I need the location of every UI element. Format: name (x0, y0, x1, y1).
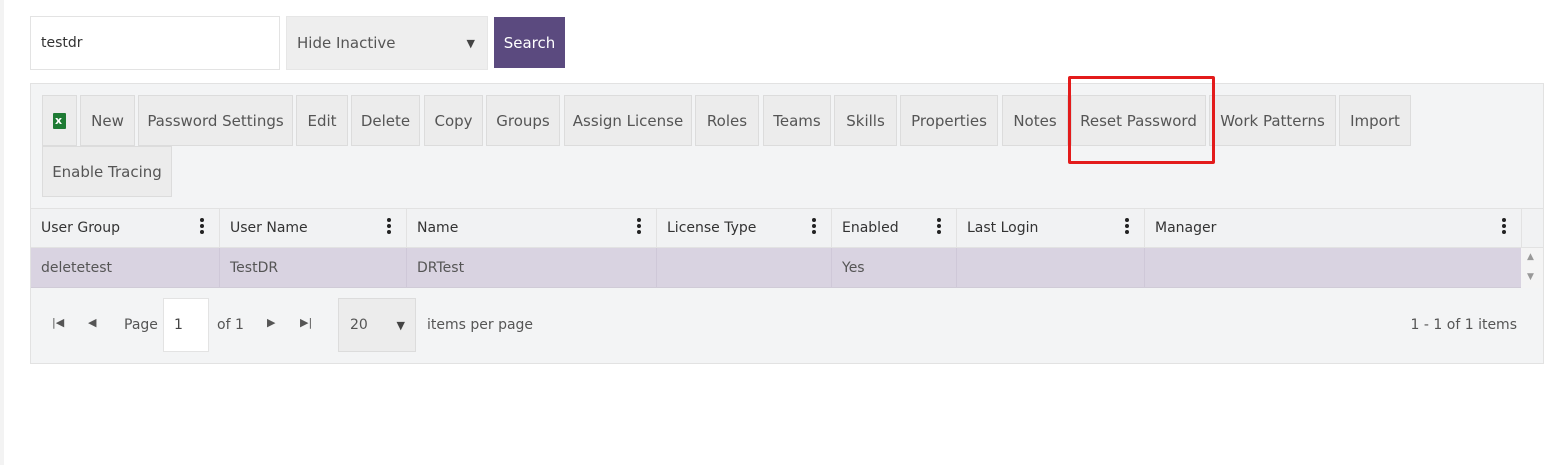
users-grid-panel: x New Password Settings Edit Delete Copy… (30, 76, 1544, 364)
next-page-icon[interactable]: ▶ (267, 316, 275, 329)
column-header-user-group[interactable]: User Group (31, 209, 220, 247)
column-header-label: Name (417, 220, 459, 236)
items-per-page-label: items per page (427, 317, 534, 333)
page-left-edge (0, 0, 4, 465)
cell-name: DRTest (407, 248, 657, 287)
column-header-manager[interactable]: Manager (1145, 209, 1522, 247)
excel-icon: x (53, 112, 66, 129)
page-number-input[interactable] (163, 298, 209, 352)
chevron-down-icon: ▼ (466, 37, 475, 50)
groups-button[interactable]: Groups (486, 95, 560, 146)
cell-license-type (657, 248, 832, 287)
search-button[interactable]: Search (494, 17, 565, 68)
copy-button[interactable]: Copy (424, 95, 483, 146)
status-filter-select[interactable]: Hide Inactive ▼ (286, 16, 488, 70)
column-header-name[interactable]: Name (407, 209, 657, 247)
column-menu-icon[interactable] (1502, 218, 1506, 238)
column-menu-icon[interactable] (387, 218, 391, 238)
previous-page-icon[interactable]: ◀ (88, 316, 96, 329)
search-input[interactable] (30, 16, 280, 70)
notes-button[interactable]: Notes (1002, 95, 1068, 146)
teams-button[interactable]: Teams (763, 95, 831, 146)
column-header-last-login[interactable]: Last Login (957, 209, 1145, 247)
column-header-label: Last Login (967, 220, 1039, 236)
first-page-icon[interactable]: |◀ (52, 316, 64, 329)
reset-password-button[interactable]: Reset Password (1071, 95, 1206, 146)
export-excel-button[interactable]: x (42, 95, 77, 146)
scroll-down-icon[interactable]: ▼ (1527, 272, 1534, 282)
page-size-value: 20 (350, 317, 368, 333)
grid-header: User Group User Name Name License Type E… (31, 208, 1543, 248)
work-patterns-button[interactable]: Work Patterns (1209, 95, 1336, 146)
column-header-label: Manager (1155, 220, 1217, 236)
column-header-label: User Name (230, 220, 308, 236)
column-menu-icon[interactable] (937, 218, 941, 238)
column-header-label: License Type (667, 220, 757, 236)
column-header-enabled[interactable]: Enabled (832, 209, 957, 247)
skills-button[interactable]: Skills (834, 95, 897, 146)
scroll-up-icon[interactable]: ▲ (1527, 252, 1534, 262)
column-header-label: User Group (41, 220, 120, 236)
import-button[interactable]: Import (1339, 95, 1411, 146)
status-filter-value: Hide Inactive (297, 34, 396, 52)
page-count-label: of 1 (217, 317, 244, 333)
chevron-down-icon: ▼ (396, 319, 405, 332)
cell-user-name: TestDR (220, 248, 407, 287)
enable-tracing-button[interactable]: Enable Tracing (42, 146, 172, 197)
pager-summary: 1 - 1 of 1 items (1410, 317, 1517, 333)
column-menu-icon[interactable] (637, 218, 641, 238)
roles-button[interactable]: Roles (695, 95, 759, 146)
edit-button[interactable]: Edit (296, 95, 348, 146)
password-settings-button[interactable]: Password Settings (138, 95, 293, 146)
new-button[interactable]: New (80, 95, 135, 146)
page-size-select[interactable]: 20 ▼ (338, 298, 416, 352)
assign-license-button[interactable]: Assign License (564, 95, 692, 146)
column-header-user-name[interactable]: User Name (220, 209, 407, 247)
table-row[interactable]: deletetest TestDR DRTest Yes (31, 248, 1521, 288)
cell-enabled: Yes (832, 248, 957, 287)
last-page-icon[interactable]: ▶| (300, 316, 312, 329)
cell-last-login (957, 248, 1145, 287)
column-menu-icon[interactable] (200, 218, 204, 238)
page-label: Page (124, 317, 158, 333)
cell-manager (1145, 248, 1521, 287)
cell-user-group: deletetest (31, 248, 220, 287)
delete-button[interactable]: Delete (351, 95, 420, 146)
vertical-scrollbar[interactable]: ▲ ▼ (1521, 248, 1543, 288)
column-header-license-type[interactable]: License Type (657, 209, 832, 247)
column-menu-icon[interactable] (812, 218, 816, 238)
column-menu-icon[interactable] (1125, 218, 1129, 238)
properties-button[interactable]: Properties (900, 95, 998, 146)
column-header-label: Enabled (842, 220, 899, 236)
